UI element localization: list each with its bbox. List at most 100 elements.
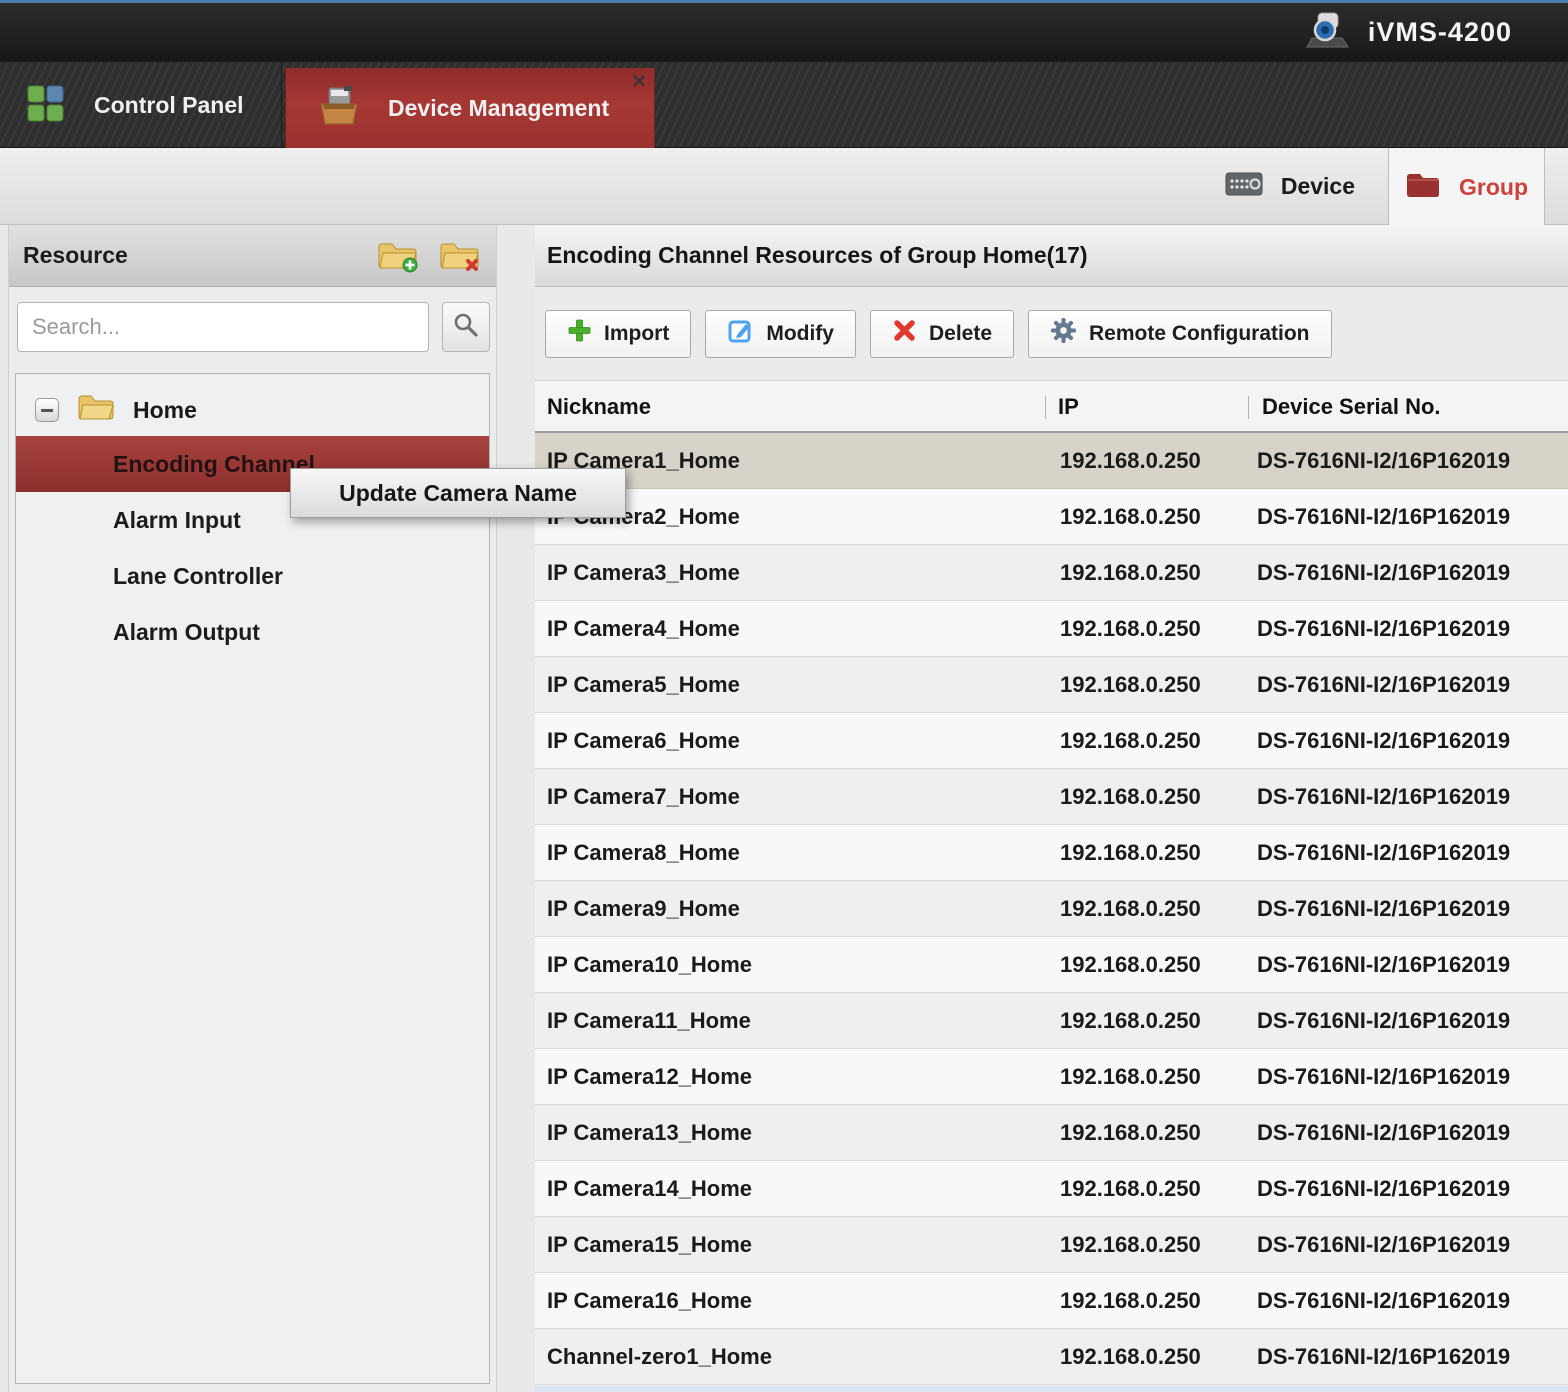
table-row[interactable]: IP Camera8_Home 192.168.0.250 DS-7616NI-… [535,825,1568,881]
toolbar: Import Modify [535,287,1568,380]
app-title: iVMS-4200 [1368,17,1512,48]
resource-panel-header: Resource [9,225,496,287]
cell-nickname: IP Camera7_Home [547,769,740,824]
column-header-ip[interactable]: IP [1058,381,1079,432]
table-row[interactable]: Channel-zero1_Home 192.168.0.250 DS-7616… [535,1329,1568,1385]
add-group-button[interactable] [376,238,420,274]
tab-device-label: Device [1281,173,1355,200]
table-row[interactable]: IP Camera9_Home 192.168.0.250 DS-7616NI-… [535,881,1568,937]
tab-device[interactable]: Device [1192,148,1388,225]
import-button[interactable]: Import [545,310,691,358]
cell-nickname: IP Camera14_Home [547,1161,752,1216]
cell-ip: 192.168.0.250 [1060,713,1201,768]
cell-ip: 192.168.0.250 [1060,489,1201,544]
ivms-window: iVMS-4200 Control Panel [0,0,1568,1392]
subbar-spacer [1545,148,1568,224]
table-row[interactable]: IP Camera5_Home 192.168.0.250 DS-7616NI-… [535,657,1568,713]
cell-ip: 192.168.0.250 [1060,1273,1201,1328]
tab-close-icon[interactable]: × [632,70,646,94]
cell-ip: 192.168.0.250 [1060,1217,1201,1272]
table-row[interactable]: IP Camera12_Home 192.168.0.250 DS-7616NI… [535,1049,1568,1105]
delete-x-icon [892,318,917,349]
cell-serial: DS-7616NI-I2/16P162019 [1257,713,1568,768]
tree-item-lane-controller[interactable]: Lane Controller [16,548,489,604]
table-row[interactable]: IP Camera11_Home 192.168.0.250 DS-7616NI… [535,993,1568,1049]
cell-serial: DS-7616NI-I2/16P162019 [1257,657,1568,712]
main-tab-bar: Control Panel Device Management × [0,62,1568,148]
table-row[interactable]: IP Camera10_Home 192.168.0.250 DS-7616NI… [535,937,1568,993]
cell-serial: DS-7616NI-I2/16P162019 [1257,1329,1568,1384]
cell-serial: DS-7616NI-I2/16P162019 [1257,489,1568,544]
tab-control-panel-label: Control Panel [94,92,244,119]
content-panel: Encoding Channel Resources of Group Home… [535,225,1568,1392]
cell-nickname: IP Camera12_Home [547,1049,752,1104]
table-row[interactable]: IP Camera3_Home 192.168.0.250 DS-7616NI-… [535,545,1568,601]
cell-nickname: IP Camera5_Home [547,657,740,712]
table-row[interactable]: IP Camera6_Home 192.168.0.250 DS-7616NI-… [535,713,1568,769]
table-row[interactable]: IP Camera15_Home 192.168.0.250 DS-7616NI… [535,1217,1568,1273]
cell-ip: 192.168.0.250 [1060,1329,1201,1384]
table-row[interactable]: IP Camera2_Home 192.168.0.250 DS-7616NI-… [535,489,1568,545]
cell-ip: 192.168.0.250 [1060,1105,1201,1160]
cell-serial: DS-7616NI-I2/16P162019 [1257,825,1568,880]
column-separator [1248,396,1249,419]
tab-group[interactable]: Group [1388,148,1545,226]
cell-ip: 192.168.0.250 [1060,825,1201,880]
titlebar: iVMS-4200 [0,0,1568,62]
delete-button-label: Delete [929,322,992,346]
gear-icon [1050,317,1077,350]
cell-nickname: IP Camera15_Home [547,1217,752,1272]
search-input[interactable] [17,302,429,352]
table-body: IP Camera1_Home 192.168.0.250 DS-7616NI-… [535,433,1568,1385]
table-row[interactable]: IP Camera1_Home 192.168.0.250 DS-7616NI-… [535,433,1568,489]
cell-nickname: IP Camera8_Home [547,825,740,880]
tab-control-panel[interactable]: Control Panel [0,62,282,148]
modify-button-label: Modify [766,322,834,346]
cell-serial: DS-7616NI-I2/16P162019 [1257,601,1568,656]
context-menu: Update Camera Name [290,468,626,518]
remote-configuration-button[interactable]: Remote Configuration [1028,310,1332,358]
cell-ip: 192.168.0.250 [1060,937,1201,992]
cell-ip: 192.168.0.250 [1060,1161,1201,1216]
cell-ip: 192.168.0.250 [1060,769,1201,824]
cell-nickname: IP Camera13_Home [547,1105,752,1160]
menu-item-update-camera-name[interactable]: Update Camera Name [339,480,577,507]
table-row[interactable]: IP Camera7_Home 192.168.0.250 DS-7616NI-… [535,769,1568,825]
table-row[interactable]: IP Camera16_Home 192.168.0.250 DS-7616NI… [535,1273,1568,1329]
table-row[interactable]: IP Camera4_Home 192.168.0.250 DS-7616NI-… [535,601,1568,657]
cell-ip: 192.168.0.250 [1060,545,1201,600]
tree-item-encoding-channel-label: Encoding Channel [113,451,315,478]
search-row [17,302,490,352]
cell-nickname: IP Camera11_Home [547,993,751,1048]
delete-group-button[interactable] [438,238,482,274]
table-row[interactable]: IP Camera14_Home 192.168.0.250 DS-7616NI… [535,1161,1568,1217]
content-header: Encoding Channel Resources of Group Home… [535,225,1568,287]
column-separator [1045,396,1046,419]
search-button[interactable] [442,302,490,352]
tab-device-management[interactable]: Device Management × [285,68,655,148]
resource-tree: Home Encoding Channel Alarm Input Lane C… [15,373,490,1384]
modify-button[interactable]: Modify [705,310,856,358]
tree-item-home[interactable]: Home [16,382,489,438]
table-header: Nickname IP Device Serial No. [535,380,1568,433]
delete-button[interactable]: Delete [870,310,1014,358]
column-header-nickname[interactable]: Nickname [547,381,651,432]
resource-panel: Resource [8,225,497,1392]
collapse-toggle-icon[interactable] [35,398,59,422]
cell-ip: 192.168.0.250 [1060,601,1201,656]
cell-serial: DS-7616NI-I2/16P162019 [1257,1105,1568,1160]
cell-serial: DS-7616NI-I2/16P162019 [1257,1273,1568,1328]
table-row[interactable]: IP Camera13_Home 192.168.0.250 DS-7616NI… [535,1105,1568,1161]
tree-item-alarm-output[interactable]: Alarm Output [16,604,489,660]
cell-serial: DS-7616NI-I2/16P162019 [1257,937,1568,992]
cell-serial: DS-7616NI-I2/16P162019 [1257,1049,1568,1104]
cell-nickname: IP Camera10_Home [547,937,752,992]
device-tab-icon [1225,170,1263,204]
cell-nickname: IP Camera9_Home [547,881,740,936]
tree-item-alarm-input-label: Alarm Input [113,507,241,534]
resource-panel-title: Resource [23,242,358,269]
cell-ip: 192.168.0.250 [1060,657,1201,712]
column-header-serial[interactable]: Device Serial No. [1262,381,1441,432]
device-management-icon [316,84,362,133]
cell-serial: DS-7616NI-I2/16P162019 [1257,769,1568,824]
